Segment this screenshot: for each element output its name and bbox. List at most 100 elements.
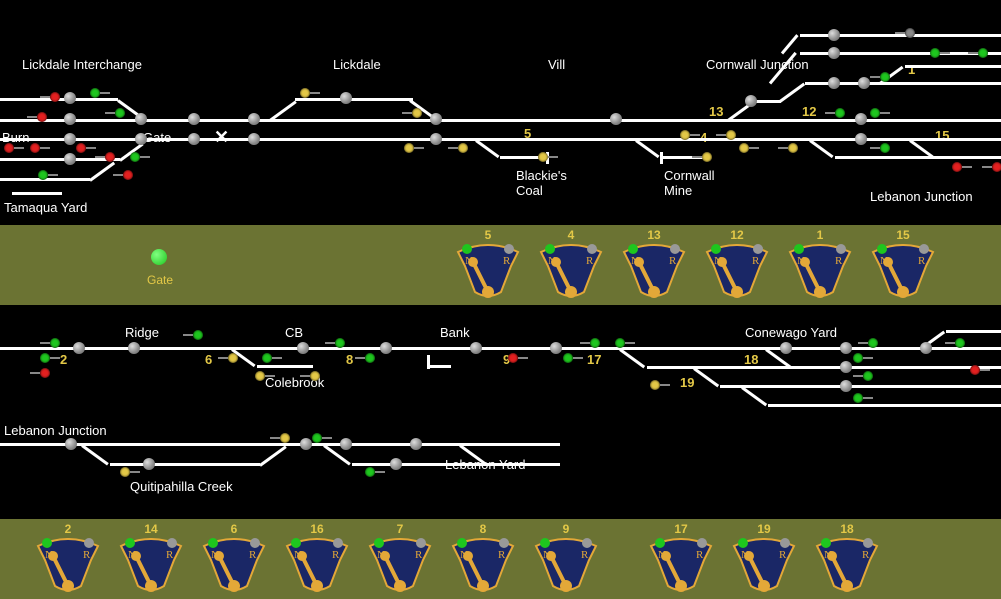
label-blackies-coal: Blackie's Coal xyxy=(516,168,567,198)
signal[interactable] xyxy=(404,143,424,153)
yard-mark xyxy=(12,192,62,195)
turnout-num-13: 13 xyxy=(709,104,723,119)
signal[interactable] xyxy=(40,92,60,102)
signal[interactable] xyxy=(270,433,290,443)
signal[interactable] xyxy=(563,353,583,363)
turnout-num-6: 6 xyxy=(205,352,212,367)
signal[interactable] xyxy=(739,143,759,153)
signal[interactable] xyxy=(538,152,558,162)
lever-18[interactable]: 18 xyxy=(812,522,882,590)
lj-d1b xyxy=(81,444,109,465)
signal[interactable] xyxy=(615,338,635,348)
signal[interactable] xyxy=(40,353,60,363)
label-lickdale-interchange: Lickdale Interchange xyxy=(22,57,142,72)
signal[interactable] xyxy=(113,170,133,180)
node xyxy=(340,92,352,104)
lever-17[interactable]: 17 xyxy=(646,522,716,590)
signal[interactable] xyxy=(853,371,873,381)
signal[interactable] xyxy=(970,365,990,375)
signal[interactable] xyxy=(968,48,988,58)
signal[interactable] xyxy=(105,108,125,118)
bank-tick xyxy=(427,365,451,368)
signal[interactable] xyxy=(895,28,915,38)
signal[interactable] xyxy=(402,108,422,118)
cy-d4 xyxy=(741,386,767,406)
signal[interactable] xyxy=(95,152,115,162)
signal[interactable] xyxy=(325,338,345,348)
signal[interactable] xyxy=(255,371,275,381)
signal[interactable] xyxy=(183,330,203,340)
signal[interactable] xyxy=(27,112,47,122)
colebrook-spur xyxy=(257,365,313,368)
lever-13[interactable]: 13 xyxy=(619,228,689,296)
signal[interactable] xyxy=(778,143,798,153)
lever-19[interactable]: 19 xyxy=(729,522,799,590)
signal[interactable] xyxy=(982,162,1001,172)
node xyxy=(550,342,562,354)
signal[interactable] xyxy=(218,353,238,363)
signal[interactable] xyxy=(825,108,845,118)
signal[interactable] xyxy=(30,368,50,378)
signal[interactable] xyxy=(870,143,890,153)
signal[interactable] xyxy=(76,143,96,153)
lever-8[interactable]: 8 xyxy=(448,522,518,590)
signal[interactable] xyxy=(680,130,700,140)
signal[interactable] xyxy=(508,353,528,363)
signal[interactable] xyxy=(945,338,965,348)
signal[interactable] xyxy=(130,152,150,162)
signal[interactable] xyxy=(650,380,670,390)
signal[interactable] xyxy=(448,143,468,153)
signal[interactable] xyxy=(716,130,736,140)
signal[interactable] xyxy=(853,393,873,403)
signal[interactable] xyxy=(300,88,320,98)
label-conewago-yard: Conewago Yard xyxy=(745,325,837,340)
lever-7[interactable]: 7 xyxy=(365,522,435,590)
node xyxy=(64,92,76,104)
node xyxy=(340,438,352,450)
label-lebanon-junction: Lebanon Junction xyxy=(870,189,973,204)
signal[interactable] xyxy=(4,143,24,153)
lever-14[interactable]: 14 xyxy=(116,522,186,590)
signal[interactable] xyxy=(312,433,332,443)
signal[interactable] xyxy=(30,143,50,153)
lever-1[interactable]: 1 xyxy=(785,228,855,296)
node xyxy=(745,95,757,107)
signal[interactable] xyxy=(300,371,320,381)
lever-4[interactable]: 4 xyxy=(536,228,606,296)
node xyxy=(65,438,77,450)
lever-15[interactable]: 15 xyxy=(868,228,938,296)
lever-2[interactable]: 2 xyxy=(33,522,103,590)
signal[interactable] xyxy=(580,338,600,348)
signal[interactable] xyxy=(262,353,282,363)
signal[interactable] xyxy=(40,338,60,348)
bottom-lever-panel: 2 14 6 16 7 8 9 17 19 18 xyxy=(0,519,1001,599)
signal[interactable] xyxy=(930,48,950,58)
signal[interactable] xyxy=(355,353,375,363)
lever-9[interactable]: 9 xyxy=(531,522,601,590)
signal[interactable] xyxy=(38,170,58,180)
signal[interactable] xyxy=(870,108,890,118)
signal[interactable] xyxy=(692,152,712,162)
gate-indicator-lamp[interactable] xyxy=(151,249,167,265)
main-track-upper xyxy=(0,119,1001,122)
signal[interactable] xyxy=(120,467,140,477)
lever-12[interactable]: 12 xyxy=(702,228,772,296)
lever-6[interactable]: 6 xyxy=(199,522,269,590)
signal[interactable] xyxy=(853,353,873,363)
signal[interactable] xyxy=(858,338,878,348)
node xyxy=(780,342,792,354)
node xyxy=(828,47,840,59)
signal[interactable] xyxy=(90,88,110,98)
signal[interactable] xyxy=(365,467,385,477)
node xyxy=(380,342,392,354)
top-lever-panel: Gate 5 4 13 12 1 15 xyxy=(0,225,1001,305)
signal[interactable] xyxy=(952,162,972,172)
bottom-track-panel: Ridge CB Bank Conewago Yard Colebrook Le… xyxy=(0,305,1001,519)
node xyxy=(828,77,840,89)
signal[interactable] xyxy=(870,72,890,82)
node xyxy=(135,113,147,125)
cy-l2 xyxy=(720,385,1001,388)
lever-5[interactable]: 5 xyxy=(453,228,523,296)
lever-16[interactable]: 16 xyxy=(282,522,352,590)
node xyxy=(840,342,852,354)
